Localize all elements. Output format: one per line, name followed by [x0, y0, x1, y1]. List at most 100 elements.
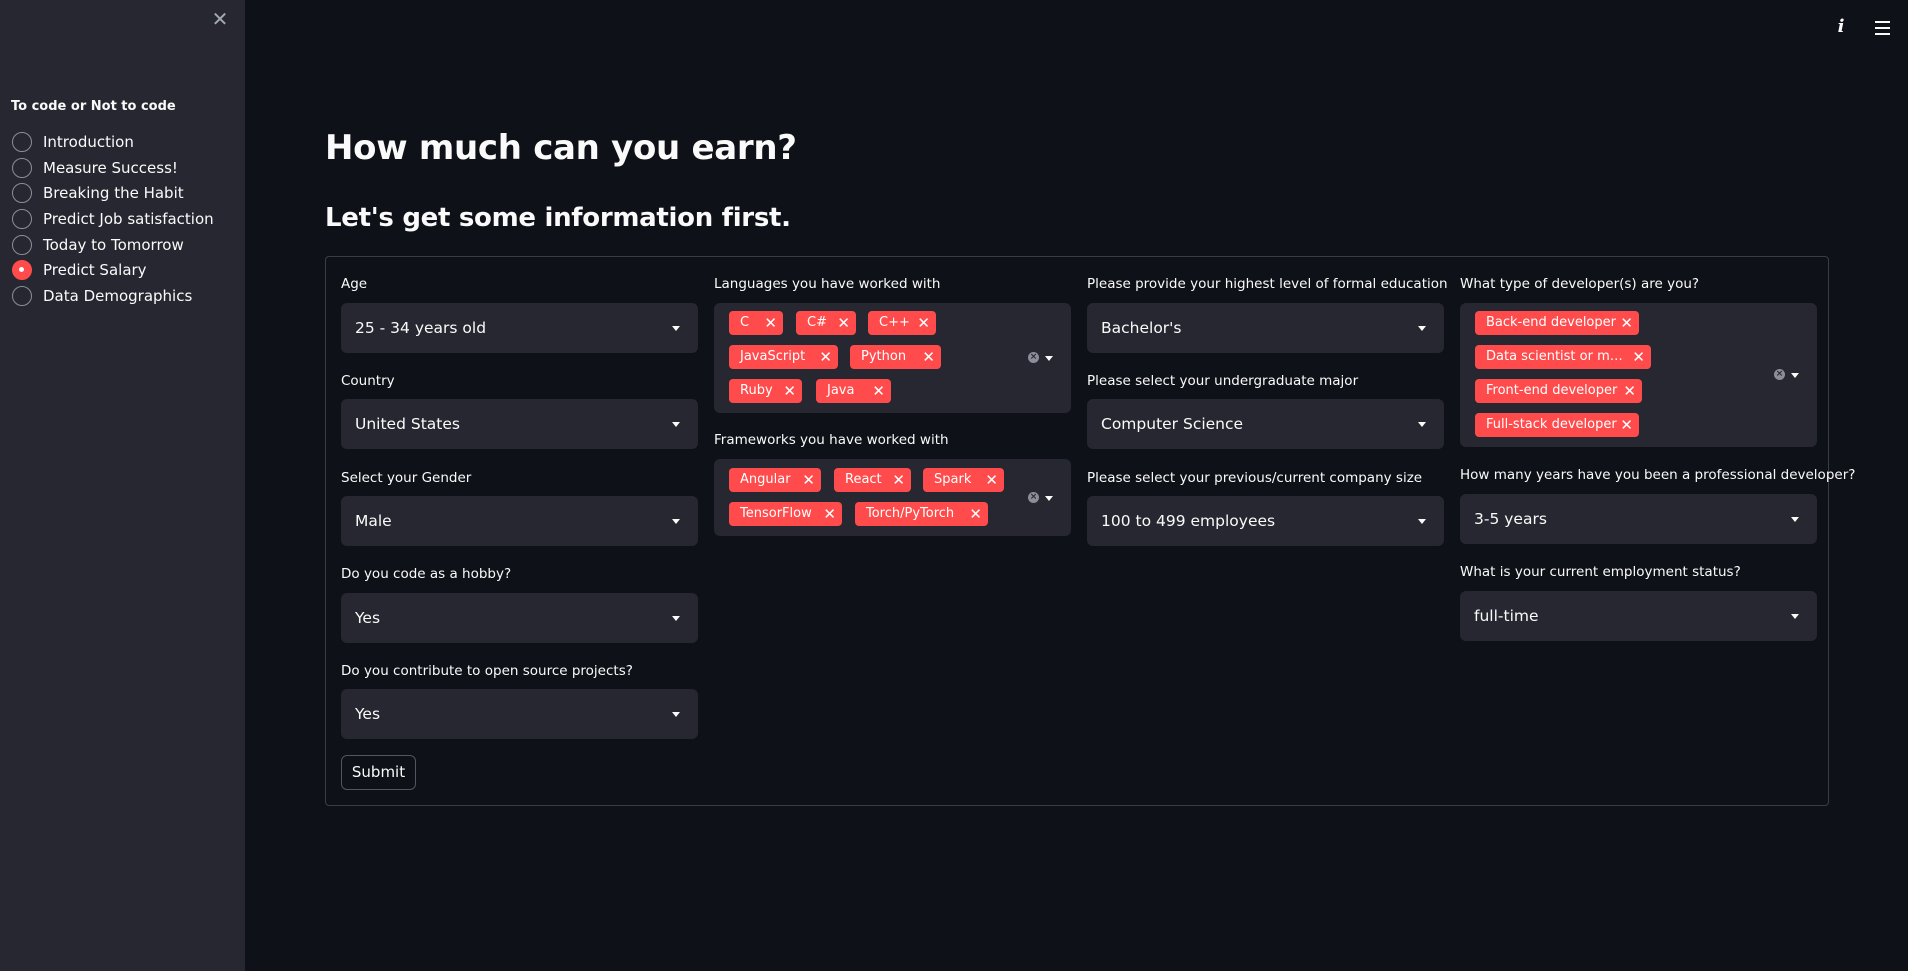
dev-type-tag: Data scientist or m… ✕ [1475, 345, 1651, 369]
sidebar-item-today-to-tomorrow[interactable]: Today to Tomorrow [12, 232, 214, 258]
major-select[interactable]: Computer Science [1087, 399, 1444, 449]
dev-type-label: What type of developer(s) are you? [1460, 276, 1700, 292]
framework-tag: Spark ✕ [923, 468, 1004, 492]
clear-all-icon[interactable]: × [1028, 492, 1039, 503]
chevron-down-icon [672, 422, 680, 427]
close-icon[interactable]: ✕ [211, 9, 229, 29]
age-value: 25 - 34 years old [355, 319, 487, 337]
sidebar-item-label: Predict Job satisfaction [43, 209, 214, 228]
language-tag: Java ✕ [816, 379, 891, 403]
education-select[interactable]: Bachelor's [1087, 303, 1444, 353]
submit-button[interactable]: Submit [341, 755, 416, 790]
age-label: Age [341, 276, 368, 292]
employment-select[interactable]: full-time [1460, 591, 1817, 641]
languages-multiselect[interactable]: C ✕ C# ✕ C++ ✕ JavaScript ✕ Python ✕ Ruby ✕ Ja… [714, 303, 1071, 413]
remove-tag-icon[interactable]: ✕ [1620, 413, 1633, 437]
remove-tag-icon[interactable]: ✕ [823, 502, 836, 526]
remove-tag-icon[interactable]: ✕ [1632, 345, 1645, 369]
gender-select[interactable]: Male [341, 496, 698, 546]
chevron-down-icon[interactable] [1045, 356, 1053, 361]
education-label: Please provide your highest level of for… [1087, 276, 1448, 292]
sidebar-item-data-demographics[interactable]: Data Demographics [12, 283, 214, 309]
clear-all-icon[interactable]: × [1774, 369, 1785, 380]
remove-tag-icon[interactable]: ✕ [764, 311, 777, 335]
open-source-label: Do you contribute to open source project… [341, 663, 633, 679]
framework-tag: Angular ✕ [729, 468, 821, 492]
employment-value: full-time [1474, 607, 1539, 625]
frameworks-label: Frameworks you have worked with [714, 432, 949, 448]
frameworks-multiselect[interactable]: Angular ✕ React ✕ Spark ✕ TensorFlow ✕ Torch… [714, 459, 1071, 536]
radio-icon[interactable] [12, 183, 32, 204]
hamburger-menu-icon[interactable] [1871, 16, 1893, 38]
remove-tag-icon[interactable]: ✕ [892, 468, 905, 492]
open-source-select[interactable]: Yes [341, 689, 698, 739]
country-value: United States [355, 415, 460, 433]
remove-tag-icon[interactable]: ✕ [819, 345, 832, 369]
major-value: Computer Science [1101, 415, 1244, 433]
sidebar-item-breaking-the-habit[interactable]: Breaking the Habit [12, 180, 214, 206]
language-tag: Ruby ✕ [729, 379, 802, 403]
remove-tag-icon[interactable]: ✕ [802, 468, 815, 492]
radio-icon[interactable] [12, 208, 32, 229]
country-label: Country [341, 373, 395, 389]
age-select[interactable]: 25 - 34 years old [341, 303, 698, 353]
dev-type-tag: Back-end developer ✕ [1475, 311, 1639, 335]
remove-tag-icon[interactable]: ✕ [917, 311, 930, 335]
chevron-down-icon[interactable] [1791, 373, 1799, 378]
framework-tag: Torch/PyTorch ✕ [855, 502, 988, 526]
sidebar-item-predict-job-satisfaction[interactable]: Predict Job satisfaction [12, 206, 214, 232]
remove-tag-icon[interactable]: ✕ [837, 311, 850, 335]
language-tag: C ✕ [729, 311, 783, 335]
years-pro-value: 3-5 years [1474, 510, 1547, 528]
sidebar: ✕ To code or Not to code Introduction Me… [0, 0, 245, 971]
sidebar-item-label: Today to Tomorrow [43, 235, 184, 254]
sidebar-item-label: Data Demographics [43, 286, 193, 305]
radio-icon[interactable] [12, 234, 32, 255]
remove-tag-icon[interactable]: ✕ [985, 468, 998, 492]
language-tag: Python ✕ [850, 345, 941, 369]
sidebar-item-introduction[interactable]: Introduction [12, 129, 214, 155]
years-pro-select[interactable]: 3-5 years [1460, 494, 1817, 544]
salary-form: Age 25 - 34 years old Country United Sta… [325, 256, 1855, 806]
country-select[interactable]: United States [341, 399, 698, 449]
languages-label: Languages you have worked with [714, 276, 941, 292]
education-value: Bachelor's [1101, 319, 1182, 337]
dev-type-multiselect[interactable]: Back-end developer ✕ Data scientist or m…… [1460, 303, 1817, 447]
sidebar-item-label: Breaking the Habit [43, 184, 184, 203]
sidebar-item-predict-salary[interactable]: Predict Salary [12, 257, 214, 283]
radio-selected-icon[interactable] [12, 260, 32, 281]
radio-icon[interactable] [12, 131, 32, 152]
remove-tag-icon[interactable]: ✕ [1620, 311, 1633, 335]
company-size-select[interactable]: 100 to 499 employees [1087, 496, 1444, 546]
hobby-label: Do you code as a hobby? [341, 566, 512, 582]
sidebar-item-label: Introduction [43, 132, 134, 151]
remove-tag-icon[interactable]: ✕ [969, 502, 982, 526]
chevron-down-icon [1418, 519, 1426, 524]
framework-tag: React ✕ [834, 468, 911, 492]
years-pro-label: How many years have you been a professio… [1460, 467, 1856, 483]
remove-tag-icon[interactable]: ✕ [783, 379, 796, 403]
chevron-down-icon [672, 712, 680, 717]
info-icon[interactable]: i [1830, 16, 1852, 38]
dev-type-tag: Front-end developer ✕ [1475, 379, 1642, 403]
radio-icon[interactable] [12, 157, 32, 178]
sidebar-item-label: Measure Success! [43, 158, 178, 177]
clear-all-icon[interactable]: × [1028, 352, 1039, 363]
gender-label: Select your Gender [341, 470, 472, 486]
remove-tag-icon[interactable]: ✕ [922, 345, 935, 369]
company-size-value: 100 to 499 employees [1101, 512, 1276, 530]
hobby-select[interactable]: Yes [341, 593, 698, 643]
radio-icon[interactable] [12, 285, 32, 306]
chevron-down-icon [1418, 326, 1426, 331]
language-tag: JavaScript ✕ [729, 345, 838, 369]
remove-tag-icon[interactable]: ✕ [1623, 379, 1636, 403]
framework-tag: TensorFlow ✕ [729, 502, 842, 526]
remove-tag-icon[interactable]: ✕ [872, 379, 885, 403]
page-subtitle: Let's get some information first. [325, 203, 791, 233]
chevron-down-icon [672, 519, 680, 524]
chevron-down-icon[interactable] [1045, 495, 1053, 501]
company-size-label: Please select your previous/current comp… [1087, 470, 1423, 486]
chevron-down-icon [1791, 614, 1799, 619]
sidebar-item-measure-success[interactable]: Measure Success! [12, 155, 214, 181]
gender-value: Male [355, 512, 392, 530]
